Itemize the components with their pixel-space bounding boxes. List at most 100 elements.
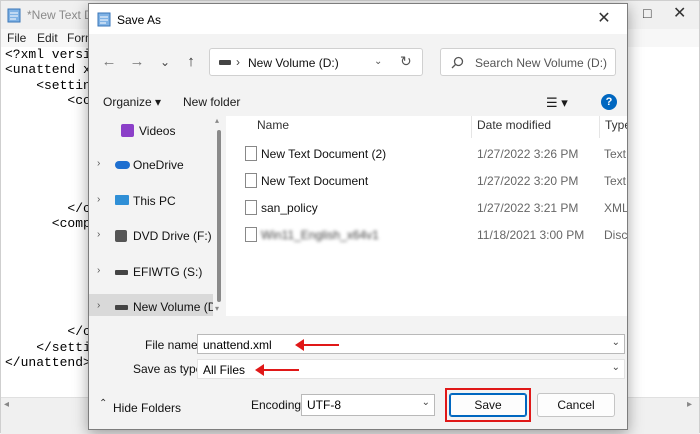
view-options-button[interactable]: ☰ ▾ (546, 95, 568, 111)
encoding-label: Encoding: (251, 398, 305, 412)
search-placeholder: Search New Volume (D:) (475, 56, 608, 70)
new-folder-button[interactable]: New folder (183, 95, 240, 109)
menu-edit[interactable]: Edit (37, 31, 58, 45)
chevron-right-icon[interactable]: › (97, 300, 100, 311)
dialog-close-button[interactable]: ✕ (589, 8, 619, 30)
annotation-arrow (295, 339, 339, 351)
chevron-right-icon[interactable]: › (97, 158, 100, 169)
notepad-icon (7, 8, 21, 23)
file-name-field[interactable]: unattend.xml ⌄ (197, 334, 625, 354)
nav-item-new-volume[interactable]: › New Volume (D:) (89, 294, 213, 316)
menu-file[interactable]: File (7, 31, 26, 45)
drive-icon (115, 305, 128, 310)
scroll-right-icon[interactable]: ▸ (687, 399, 692, 410)
encoding-select[interactable]: UTF-8 ⌄ (301, 394, 435, 416)
nav-item-label: This PC (133, 194, 176, 208)
nav-item-label: OneDrive (133, 158, 184, 172)
nav-item-efiwtg[interactable]: › EFIWTG (S:) (89, 259, 213, 285)
address-bar[interactable]: › New Volume (D:) ⌄ ↻ (209, 48, 423, 76)
chevron-right-icon[interactable]: › (97, 194, 100, 205)
file-row[interactable]: New Text Document (2) 1/27/2022 3:26 PM … (227, 142, 627, 169)
drive-icon (219, 60, 231, 65)
file-row[interactable]: san_policy 1/27/2022 3:21 PM XML (227, 196, 627, 223)
encoding-value: UTF-8 (307, 398, 341, 412)
chevron-up-icon[interactable]: ⌃ (99, 398, 107, 409)
dialog-toolbar: Organize ▾ New folder ☰ ▾ ? (89, 90, 627, 116)
column-header-date[interactable]: Date modified (477, 118, 551, 132)
close-icon[interactable]: ✕ (673, 3, 686, 23)
file-type: XML (604, 201, 627, 215)
file-name: Win11_English_x64v1 (261, 228, 379, 242)
navigation-pane-scrollbar[interactable]: ▴ ▾ (213, 116, 226, 316)
up-button[interactable]: ↑ (179, 50, 203, 74)
sort-ascending-icon: ⌃ (355, 116, 363, 121)
help-icon[interactable]: ? (601, 94, 617, 110)
save-form: File name: unattend.xml ⌄ Save as type: … (89, 316, 627, 380)
this-pc-icon (115, 195, 129, 205)
file-date: 1/27/2022 3:20 PM (477, 174, 579, 188)
navigation-pane: Videos › OneDrive › This PC › DVD Drive … (89, 116, 214, 316)
chevron-down-icon[interactable]: ⌄ (612, 337, 620, 348)
chevron-down-icon[interactable]: ⌄ (374, 56, 382, 67)
drive-icon (115, 270, 128, 275)
file-date: 1/27/2022 3:26 PM (477, 147, 579, 161)
file-name-label: File name: (145, 338, 202, 352)
save-as-type-value: All Files (203, 363, 246, 377)
nav-item-videos[interactable]: Videos (89, 118, 213, 144)
nav-item-label: DVD Drive (F:) CC (133, 229, 213, 243)
hide-folders-button[interactable]: Hide Folders (113, 401, 181, 415)
nav-item-dvd-drive[interactable]: › DVD Drive (F:) CC (89, 223, 213, 249)
refresh-icon[interactable]: ↻ (400, 53, 412, 70)
nav-item-label: New Volume (D:) (133, 300, 213, 314)
file-date: 11/18/2021 3:00 PM (477, 228, 585, 242)
scrollbar-thumb[interactable] (217, 130, 221, 302)
text-file-icon (245, 173, 257, 188)
nav-item-this-pc[interactable]: › This PC (89, 188, 213, 214)
maximize-icon[interactable]: □ (643, 5, 651, 21)
chevron-down-icon[interactable]: ⌄ (612, 362, 620, 373)
chevron-down-icon[interactable]: ⌄ (422, 397, 430, 408)
dialog-titlebar: Save As ✕ (89, 4, 627, 34)
videos-icon (121, 124, 134, 137)
scroll-up-icon[interactable]: ▴ (215, 116, 219, 125)
chevron-right-icon[interactable]: › (97, 265, 100, 276)
scroll-left-icon[interactable]: ◂ (4, 399, 9, 410)
nav-item-label: Videos (139, 124, 176, 138)
disc-image-file-icon (245, 227, 257, 242)
search-icon (451, 56, 464, 69)
file-name: New Text Document (2) (261, 147, 387, 161)
chevron-right-icon: › (236, 55, 240, 69)
onedrive-icon (115, 161, 130, 169)
file-type: Disc I (604, 228, 627, 242)
scroll-down-icon[interactable]: ▾ (215, 304, 219, 313)
dialog-footer: ⌃ Hide Folders Encoding: UTF-8 ⌄ Save Ca… (89, 380, 627, 429)
navigation-bar: ← → ⌄ ↑ › New Volume (D:) ⌄ ↻ Search New… (89, 34, 627, 90)
column-divider[interactable] (599, 116, 600, 138)
organize-button[interactable]: Organize ▾ (103, 95, 161, 109)
nav-item-onedrive[interactable]: › OneDrive (89, 152, 213, 178)
forward-button[interactable]: → (125, 50, 149, 74)
notepad-icon (97, 12, 111, 27)
file-name-value: unattend.xml (203, 338, 272, 352)
column-header-name[interactable]: Name (257, 118, 289, 132)
dvd-drive-icon (115, 230, 127, 242)
search-box[interactable]: Search New Volume (D:) (440, 48, 616, 76)
column-divider[interactable] (471, 116, 472, 138)
file-name: san_policy (261, 201, 318, 215)
nav-item-label: EFIWTG (S:) (133, 265, 203, 279)
file-type: Text D (604, 147, 627, 161)
back-button[interactable]: ← (97, 50, 121, 74)
recent-locations-button[interactable]: ⌄ (153, 50, 177, 74)
file-row[interactable]: Win11_English_x64v1 11/18/2021 3:00 PM D… (227, 223, 627, 250)
text-file-icon (245, 146, 257, 161)
annotation-arrow (255, 364, 299, 376)
xml-file-icon (245, 200, 257, 215)
save-button[interactable]: Save (449, 393, 527, 417)
chevron-right-icon[interactable]: › (97, 229, 100, 240)
dialog-title: Save As (117, 13, 162, 27)
file-row[interactable]: New Text Document 1/27/2022 3:20 PM Text… (227, 169, 627, 196)
cancel-button[interactable]: Cancel (537, 393, 615, 417)
column-header-type[interactable]: Type (605, 118, 627, 132)
file-date: 1/27/2022 3:21 PM (477, 201, 579, 215)
save-as-type-label: Save as type: (133, 362, 206, 376)
